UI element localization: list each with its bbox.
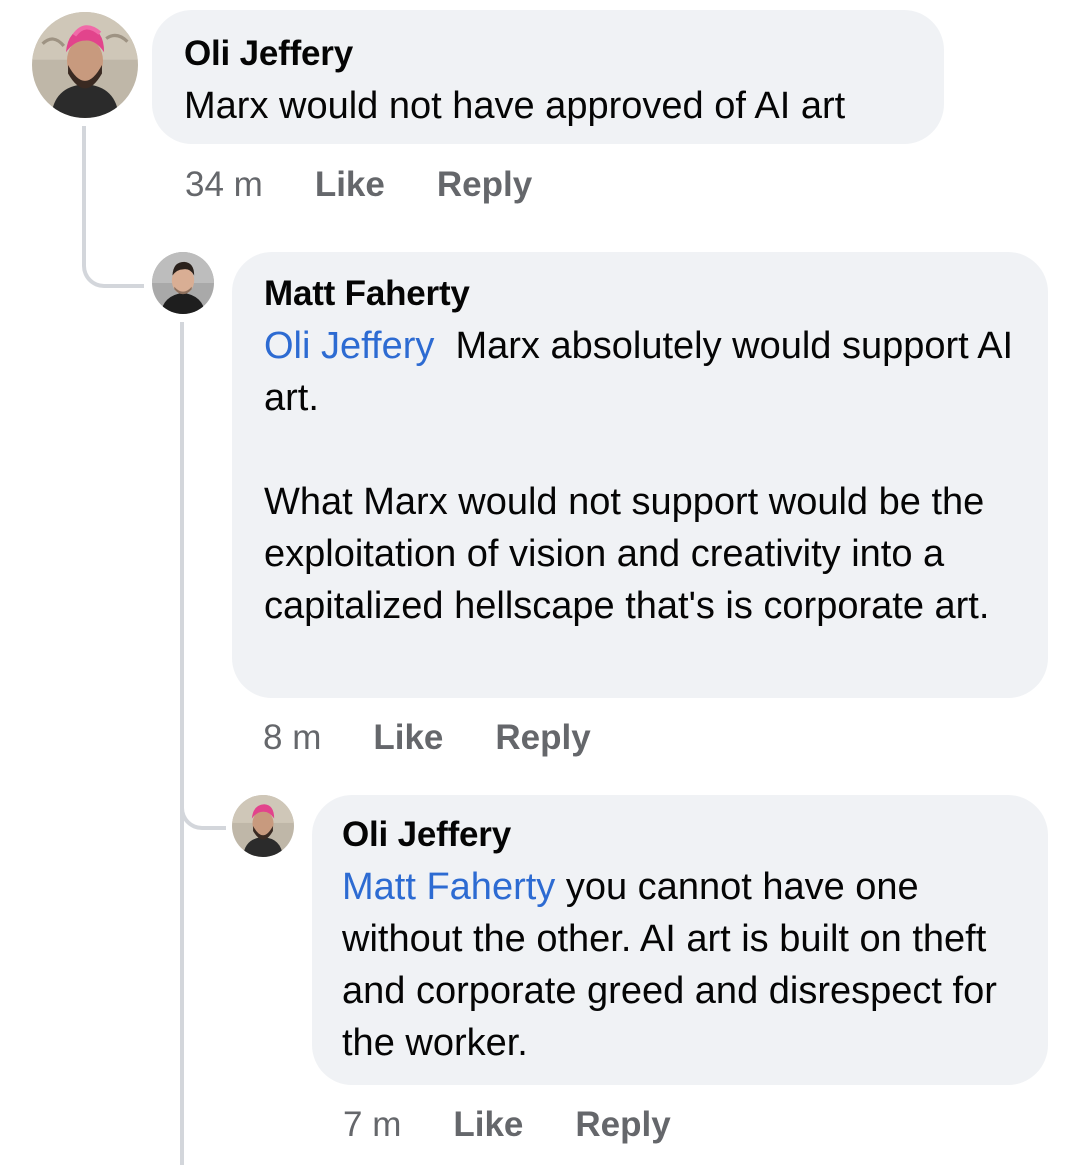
comment-actions-1: 34 m Like Reply bbox=[185, 163, 532, 207]
comment-text: Matt Faherty you cannot have one without… bbox=[342, 861, 1018, 1069]
comment-bubble-1: Oli Jeffery Marx would not have approved… bbox=[152, 10, 944, 144]
oli-jeffery-avatar[interactable] bbox=[232, 795, 294, 857]
mention-link[interactable]: Oli Jeffery bbox=[264, 325, 434, 367]
reply-button[interactable]: Reply bbox=[495, 716, 590, 760]
like-button[interactable]: Like bbox=[315, 163, 385, 207]
comment-actions-2: 8 m Like Reply bbox=[263, 716, 591, 760]
comment-actions-3: 7 m Like Reply bbox=[343, 1103, 671, 1147]
matt-faherty-avatar[interactable] bbox=[152, 252, 214, 314]
like-button[interactable]: Like bbox=[453, 1103, 523, 1147]
thread-connector-2 bbox=[180, 770, 226, 830]
reply-button[interactable]: Reply bbox=[437, 163, 532, 207]
comment-paragraph-1: Oli Jeffery Marx absolutely would suppor… bbox=[264, 320, 1016, 424]
comment-timestamp[interactable]: 7 m bbox=[343, 1103, 401, 1147]
comment-bubble-3: Oli Jeffery Matt Faherty you cannot have… bbox=[312, 795, 1048, 1085]
comment-timestamp[interactable]: 34 m bbox=[185, 163, 263, 207]
mention-link[interactable]: Matt Faherty bbox=[342, 866, 555, 908]
paragraph-spacer bbox=[264, 424, 1016, 476]
comment-bubble-2: Matt Faherty Oli Jeffery Marx absolutely… bbox=[232, 252, 1048, 698]
profile-photo-icon bbox=[232, 795, 294, 857]
profile-photo-icon bbox=[32, 12, 138, 118]
comment-paragraph-1: Matt Faherty you cannot have one without… bbox=[342, 861, 1018, 1069]
thread-connector-1 bbox=[82, 126, 144, 288]
comment-timestamp[interactable]: 8 m bbox=[263, 716, 321, 760]
reply-button[interactable]: Reply bbox=[575, 1103, 670, 1147]
comment-text: Marx would not have approved of AI art bbox=[184, 80, 912, 132]
profile-photo-icon bbox=[152, 252, 214, 314]
thread-line-2 bbox=[180, 322, 184, 1165]
comment-author[interactable]: Matt Faherty bbox=[264, 272, 1016, 316]
comment-paragraph-2: What Marx would not support would be the… bbox=[264, 481, 990, 627]
comment-author[interactable]: Oli Jeffery bbox=[342, 813, 1018, 857]
like-button[interactable]: Like bbox=[373, 716, 443, 760]
comment-paragraph: Marx would not have approved of AI art bbox=[184, 85, 846, 127]
comment-author[interactable]: Oli Jeffery bbox=[184, 32, 912, 76]
comment-text: Oli Jeffery Marx absolutely would suppor… bbox=[264, 320, 1016, 632]
oli-jeffery-avatar[interactable] bbox=[32, 12, 138, 118]
